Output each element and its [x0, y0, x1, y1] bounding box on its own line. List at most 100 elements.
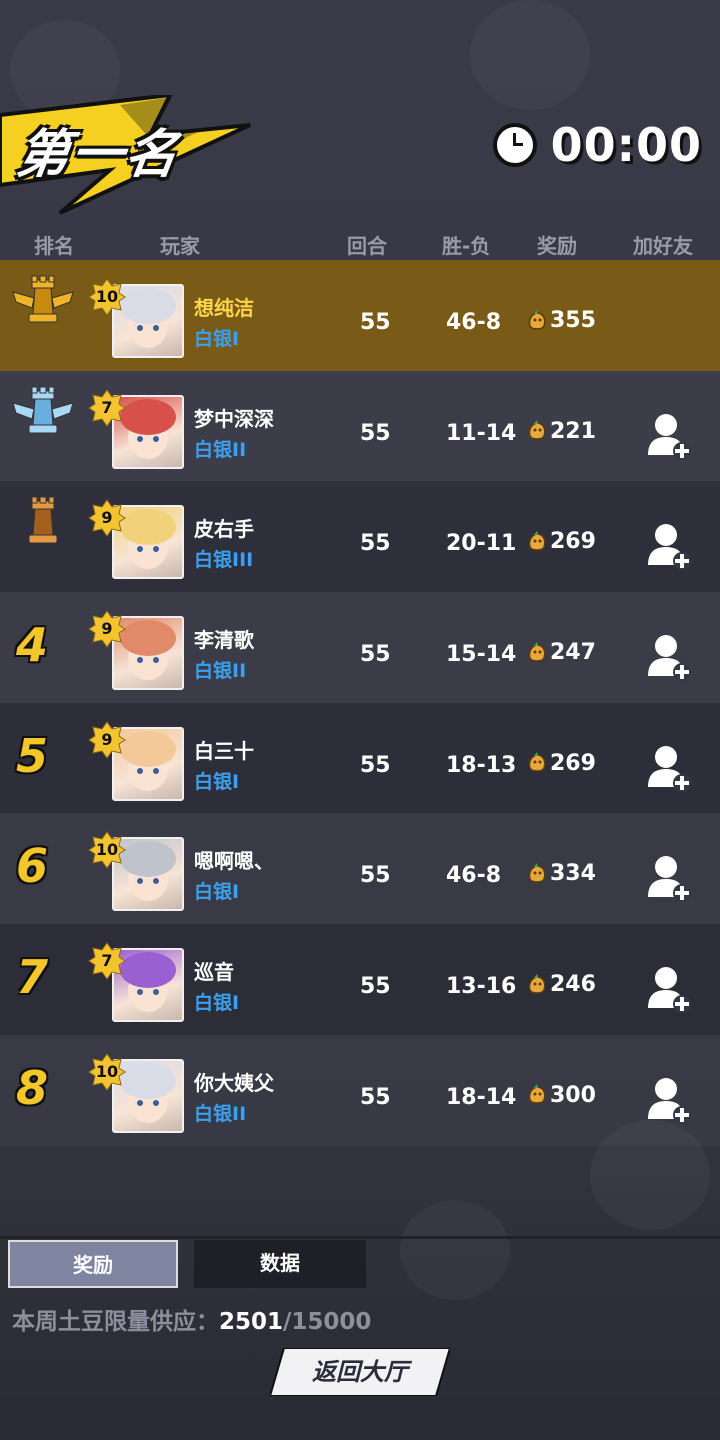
win-loss-value: 18-14	[446, 1084, 517, 1110]
back-to-lobby-button[interactable]: 返回大厅	[270, 1348, 450, 1396]
table-row: 7 梦中深深 白银II 55 11-14 221	[0, 371, 720, 482]
background-decoration	[400, 1200, 510, 1300]
player-tier: 白银I	[194, 328, 240, 350]
rounds-value: 55	[360, 863, 391, 889]
ranking-list: 10 想纯洁 白银I 55 46-8 355 7 梦中深深 白银II 55 11…	[0, 260, 720, 1146]
player-name: 皮右手	[194, 517, 254, 542]
rank-number: 5	[15, 728, 48, 783]
player-level: 7	[101, 397, 113, 417]
player-name: 白三十	[194, 738, 254, 763]
potato-coin-icon	[528, 752, 546, 772]
gold-rook-icon	[12, 275, 74, 323]
rank-number: 4	[15, 618, 48, 673]
reward-value: 247	[550, 640, 596, 666]
potato-coin-icon	[528, 1084, 546, 1105]
player-level: 10	[95, 1061, 119, 1081]
player-tier: 白银III	[194, 549, 254, 572]
header-add-friend: 加好友	[633, 234, 693, 258]
header-rounds: 回合	[347, 234, 387, 258]
player-tier: 白银I	[194, 881, 240, 904]
back-button-label: 返回大厅	[312, 1358, 408, 1386]
win-loss-value: 46-8	[446, 310, 502, 335]
tab-reward[interactable]: 奖励	[8, 1240, 178, 1288]
player-tier: 白银I	[194, 770, 240, 793]
potato-coin-icon	[528, 973, 546, 994]
rank-number: 7	[15, 950, 48, 1005]
player-tier: 白银II	[194, 438, 247, 461]
win-loss-value: 46-8	[446, 863, 502, 889]
potato-supply: 本周土豆限量供应：2501/15000	[12, 1302, 371, 1336]
table-row: 4 9 李清歌 白银II 55 15-14 247	[0, 592, 720, 703]
player-name: 巡音	[194, 960, 234, 985]
table-row: 10 想纯洁 白银I 55 46-8 355	[0, 260, 720, 371]
player-tier: 白银II	[194, 660, 247, 683]
reward: 300	[526, 1083, 596, 1108]
bronze-rook-icon	[28, 496, 58, 544]
potato-coin-icon	[528, 309, 546, 330]
potato-coin-icon	[528, 641, 546, 662]
add-friend-icon[interactable]	[646, 632, 692, 682]
player-level: 7	[101, 951, 113, 971]
player-name: 想纯洁	[194, 296, 254, 320]
table-row: 9 皮右手 白银III 55 20-11 269	[0, 481, 720, 593]
timer-text: 00:00	[550, 118, 702, 172]
header-rank: 排名	[34, 234, 74, 258]
reward: 247	[526, 640, 596, 665]
reward-value: 269	[550, 529, 596, 555]
rounds-value: 55	[360, 531, 391, 557]
reward: 334	[526, 861, 596, 886]
table-header: 排名 玩家 回合 胜-负 奖励 加好友	[0, 230, 720, 260]
page-title: 第一名	[13, 125, 184, 185]
rounds-value: 55	[360, 1084, 391, 1110]
reward: 269	[526, 529, 596, 554]
rounds-value: 55	[360, 752, 391, 778]
player-level: 9	[101, 619, 113, 639]
player-level: 9	[101, 729, 113, 749]
player-tier: 白银I	[194, 992, 240, 1015]
reward: 269	[526, 751, 596, 776]
rounds-value: 55	[360, 642, 391, 668]
reward-value: 334	[550, 861, 596, 887]
divider	[0, 1236, 720, 1239]
header-win-loss: 胜-负	[442, 234, 491, 258]
supply-label: 本周土豆限量供应：	[12, 1309, 219, 1335]
add-friend-icon[interactable]	[646, 1075, 692, 1125]
header-reward: 奖励	[537, 234, 577, 258]
player-level: 10	[95, 287, 119, 306]
supply-total: /15000	[283, 1309, 372, 1335]
clock-icon	[492, 123, 537, 167]
table-row: 8 10 你大姨父 白银II 55 18-14 300	[0, 1035, 720, 1146]
potato-coin-icon	[528, 420, 546, 440]
player-name: 梦中深深	[194, 406, 274, 431]
player-name: 你大姨父	[194, 1070, 274, 1095]
reward: 355	[526, 308, 596, 333]
table-row: 7 7 巡音 白银I 55 13-16 246	[0, 924, 720, 1035]
player-tier: 白银II	[194, 1102, 247, 1125]
rank-number: 8	[15, 1060, 48, 1115]
reward: 221	[526, 419, 596, 444]
rounds-value: 55	[360, 310, 391, 335]
add-friend-icon[interactable]	[646, 964, 692, 1014]
add-friend-icon[interactable]	[646, 521, 692, 571]
table-row: 6 10 嗯啊嗯、 白银I 55 46-8 334	[0, 813, 720, 924]
win-loss-value: 18-13	[446, 752, 517, 778]
win-loss-value: 15-14	[446, 642, 517, 668]
reward: 246	[526, 972, 596, 997]
tab-data[interactable]: 数据	[194, 1240, 366, 1288]
potato-coin-icon	[528, 862, 546, 883]
header-player: 玩家	[160, 234, 200, 258]
add-friend-icon[interactable]	[646, 743, 692, 793]
player-level: 10	[95, 840, 119, 860]
player-level: 9	[101, 508, 113, 528]
reward-value: 355	[550, 308, 596, 333]
win-loss-value: 11-14	[446, 420, 517, 446]
table-row: 5 9 白三十 白银I 55 18-13 269	[0, 702, 720, 814]
background-decoration	[470, 0, 590, 110]
win-loss-value: 20-11	[446, 531, 517, 557]
reward-value: 221	[550, 418, 596, 444]
potato-coin-icon	[528, 530, 546, 551]
countdown-timer: 00:00	[492, 118, 702, 172]
add-friend-icon[interactable]	[646, 411, 692, 461]
add-friend-icon[interactable]	[646, 853, 692, 903]
player-name: 李清歌	[194, 628, 254, 653]
